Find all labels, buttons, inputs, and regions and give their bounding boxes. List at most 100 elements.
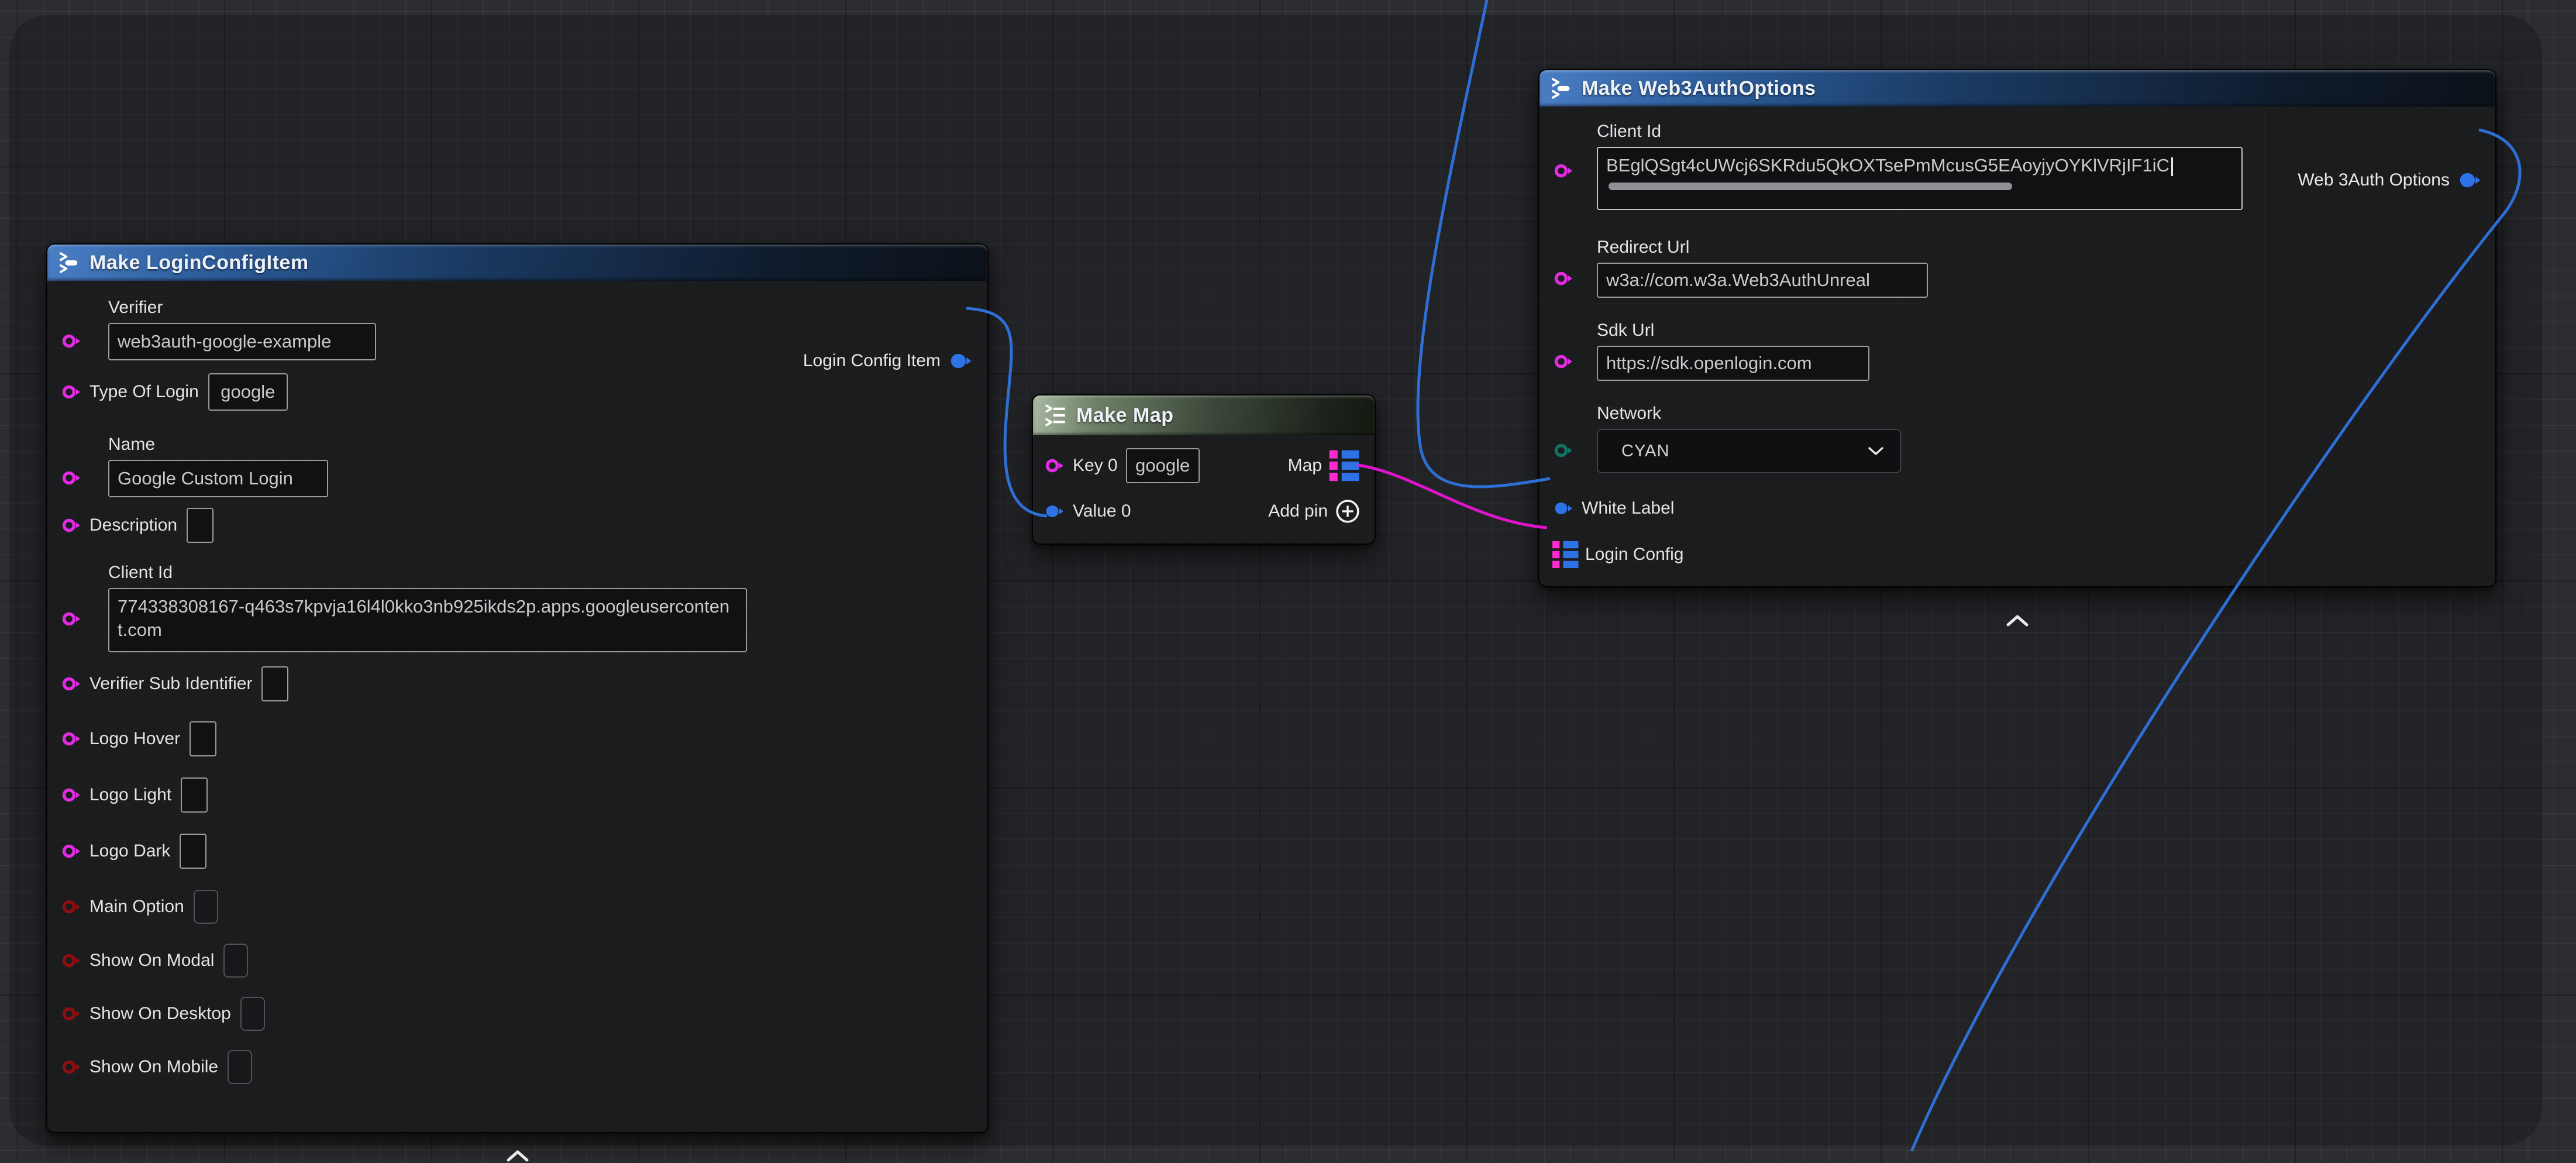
client-id-input[interactable]: BEglQSgt4cUWcj6SKRdu5QkOXTsePmMcusG5EAoy… <box>1597 147 2243 210</box>
logo-hover-input[interactable] <box>190 721 216 756</box>
string-pin-client-id[interactable] <box>1552 163 1576 178</box>
map-container-pin-login-config[interactable] <box>1552 540 1579 569</box>
pin-field-verifier-sub-identifier: Verifier Sub Identifier <box>60 666 973 701</box>
make-map-icon <box>1044 404 1067 427</box>
string-pin-logo-dark[interactable] <box>60 844 84 859</box>
output-pin-row-web3auth-options[interactable]: Web 3Auth Options <box>2298 170 2484 190</box>
string-pin-client-id[interactable] <box>60 611 84 627</box>
pin-field-key0: Key 0 google <box>1044 448 1200 483</box>
string-pin-type-of-login[interactable] <box>60 384 84 400</box>
pin-field-client-id: Client Id 774338308167-q463s7kpvja16l4l0… <box>60 562 762 652</box>
output-pin-row-map[interactable]: Map <box>1288 449 1361 482</box>
pin-field-main-option: Main Option <box>60 890 973 924</box>
pin-field-logo-dark: Logo Dark <box>60 834 973 869</box>
pin-field-show-on-modal: Show On Modal <box>60 944 973 978</box>
pin-label-logo-dark: Logo Dark <box>89 841 170 862</box>
network-dropdown[interactable]: CYAN <box>1597 429 1901 473</box>
string-pin-sdk-url[interactable] <box>1552 354 1576 369</box>
bool-pin-main-option[interactable] <box>60 899 84 914</box>
verifier-sub-identifier-input[interactable] <box>261 666 288 701</box>
struct-pin-value0[interactable] <box>1044 504 1067 519</box>
map-container-pin-icon[interactable] <box>1329 449 1361 482</box>
node-header-make-map[interactable]: Make Map <box>1033 395 1375 435</box>
node-title: Make LoginConfigItem <box>89 252 309 274</box>
bool-pin-show-on-mobile[interactable] <box>60 1059 84 1075</box>
node-header-make-web3authoptions[interactable]: Make Web3AuthOptions <box>1540 70 2495 106</box>
main-option-checkbox[interactable] <box>194 890 218 924</box>
collapse-node-chevron-up-icon[interactable] <box>2005 614 2030 628</box>
pin-field-description: Description <box>60 508 973 543</box>
string-pin-verifier-sub-identifier[interactable] <box>60 676 84 691</box>
string-pin-name[interactable] <box>60 470 84 486</box>
name-input[interactable]: Google Custom Login <box>108 460 328 497</box>
make-struct-icon <box>58 252 80 274</box>
client-id-input[interactable]: 774338308167-q463s7kpvja16l4l0kko3nb925i… <box>108 588 747 652</box>
pin-field-type-of-login: Type Of Login google <box>60 373 973 411</box>
add-pin-button[interactable]: Add pin <box>1268 498 1361 524</box>
make-struct-icon <box>1550 77 1572 99</box>
string-pin-key0[interactable] <box>1044 458 1067 473</box>
string-pin-logo-hover[interactable] <box>60 731 84 746</box>
add-pin-label: Add pin <box>1268 501 1328 521</box>
pin-field-value0: Value 0 <box>1044 501 1131 522</box>
node-make-map[interactable]: Make Map Key 0 google Map <box>1032 394 1376 545</box>
verifier-input[interactable]: web3auth-google-example <box>108 323 376 360</box>
string-pin-description[interactable] <box>60 518 84 533</box>
pin-field-logo-light: Logo Light <box>60 777 973 813</box>
pin-field-logo-hover: Logo Hover <box>60 721 973 756</box>
show-on-modal-checkbox[interactable] <box>223 944 248 978</box>
pin-field-show-on-mobile: Show On Mobile <box>60 1050 973 1084</box>
show-on-desktop-checkbox[interactable] <box>240 997 265 1031</box>
string-pin-redirect-url[interactable] <box>1552 271 1576 286</box>
pin-field-login-config: Login Config <box>1552 540 2481 569</box>
string-pin-logo-light[interactable] <box>60 787 84 803</box>
pin-field-show-on-desktop: Show On Desktop <box>60 997 973 1031</box>
pin-field-redirect-url: Redirect Url w3a://com.w3a.Web3AuthUnrea… <box>1552 237 2020 298</box>
pin-label-value0: Value 0 <box>1073 501 1131 522</box>
struct-pin-white-label[interactable] <box>1552 501 1576 516</box>
bool-pin-show-on-desktop[interactable] <box>60 1006 84 1021</box>
input-horizontal-scrollbar[interactable] <box>1609 183 2012 190</box>
network-selected-value: CYAN <box>1621 442 1669 461</box>
pin-field-client-id: Client Id BEglQSgt4cUWcj6SKRdu5QkOXTsePm… <box>1552 121 2254 210</box>
output-pin-label-map: Map <box>1288 456 1322 476</box>
key0-input[interactable]: google <box>1126 448 1200 483</box>
output-pin-login-config-item[interactable] <box>948 352 974 370</box>
pin-label-type-of-login: Type Of Login <box>89 381 199 402</box>
pin-label-show-on-mobile: Show On Mobile <box>89 1057 218 1078</box>
pin-label-network: Network <box>1597 403 2020 424</box>
pin-label-verifier: Verifier <box>108 297 388 318</box>
output-pin-row-login-config-item[interactable]: Login Config Item <box>803 351 974 371</box>
logo-dark-input[interactable] <box>180 834 206 869</box>
type-of-login-input[interactable]: google <box>208 373 288 411</box>
redirect-url-input[interactable]: w3a://com.w3a.Web3AuthUnreal <box>1597 263 1928 298</box>
logo-light-input[interactable] <box>181 777 208 813</box>
pin-label-white-label: White Label <box>1582 498 1674 519</box>
text-caret <box>2171 157 2173 176</box>
pin-label-main-option: Main Option <box>89 896 184 917</box>
pin-label-sdk-url: Sdk Url <box>1597 320 2020 341</box>
enum-pin-network[interactable] <box>1552 443 1576 458</box>
string-pin-verifier[interactable] <box>60 333 84 349</box>
chevron-down-icon <box>1867 446 1885 456</box>
output-pin-label: Login Config Item <box>803 351 941 371</box>
output-pin-web3auth-options[interactable] <box>2457 171 2484 189</box>
node-make-web3authoptions[interactable]: Make Web3AuthOptions Web 3Auth Options C… <box>1538 69 2496 587</box>
make-map-row-1: Value 0 Add pin <box>1044 498 1361 524</box>
sdk-url-input[interactable]: https://sdk.openlogin.com <box>1597 346 1869 381</box>
pin-label-redirect-url: Redirect Url <box>1597 237 2020 258</box>
add-pin-plus-icon <box>1335 498 1361 524</box>
pin-label-logo-light: Logo Light <box>89 784 171 806</box>
description-input[interactable] <box>187 508 213 543</box>
pin-field-name: Name Google Custom Login <box>60 434 388 497</box>
pin-field-verifier: Verifier web3auth-google-example <box>60 297 388 360</box>
pin-label-show-on-desktop: Show On Desktop <box>89 1003 231 1024</box>
bool-pin-show-on-modal[interactable] <box>60 953 84 968</box>
blueprint-graph-canvas[interactable]: { "colors":{ "pin_string":"#e22be2","pin… <box>0 0 2576 1151</box>
node-header-make-loginconfigitem[interactable]: Make LoginConfigItem <box>47 245 987 281</box>
node-make-loginconfigitem[interactable]: Make LoginConfigItem Login Config Item V… <box>46 243 989 1133</box>
pin-label-client-id: Client Id <box>1597 121 2254 142</box>
pin-field-network: Network CYAN <box>1552 403 2020 473</box>
node-title: Make Map <box>1076 404 1174 427</box>
show-on-mobile-checkbox[interactable] <box>228 1050 252 1084</box>
